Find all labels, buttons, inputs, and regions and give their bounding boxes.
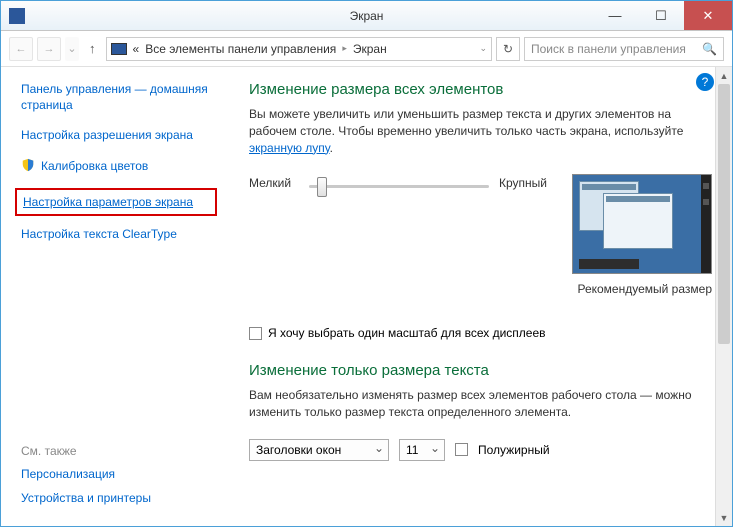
sidebar-calibration[interactable]: Калибровка цветов bbox=[41, 158, 148, 174]
font-size-select[interactable]: 11 bbox=[399, 439, 445, 461]
description2: Вам необязательно изменять размер всех э… bbox=[249, 387, 712, 421]
preview-image bbox=[572, 174, 712, 274]
bold-checkbox[interactable] bbox=[455, 443, 468, 456]
sidebar-screen-params[interactable]: Настройка параметров экрана bbox=[23, 194, 209, 210]
scroll-up[interactable]: ▲ bbox=[716, 67, 732, 84]
sidebar-home[interactable]: Панель управления — домашняя страница bbox=[21, 81, 211, 113]
breadcrumb-root[interactable]: Все элементы панели управления bbox=[145, 42, 336, 56]
seealso-header: См. также bbox=[21, 444, 151, 458]
back-button[interactable]: ← bbox=[9, 37, 33, 61]
breadcrumb-current[interactable]: Экран bbox=[353, 42, 387, 56]
maximize-button[interactable]: ☐ bbox=[638, 1, 684, 30]
same-scale-checkbox[interactable] bbox=[249, 327, 262, 340]
history-dropdown[interactable]: ⌄ bbox=[65, 37, 79, 61]
window-title: Экран bbox=[350, 9, 384, 23]
recommended-label: Рекомендуемый размер bbox=[249, 282, 712, 296]
slider-min-label: Мелкий bbox=[249, 174, 299, 190]
refresh-button[interactable]: ↻ bbox=[496, 37, 520, 61]
heading-text-only: Изменение только размера текста bbox=[249, 362, 712, 379]
scroll-down[interactable]: ▼ bbox=[716, 509, 732, 526]
scrollbar[interactable]: ▲ ▼ bbox=[715, 67, 732, 526]
minimize-button[interactable]: — bbox=[592, 1, 638, 30]
sidebar-resolution[interactable]: Настройка разрешения экрана bbox=[21, 127, 211, 143]
search-icon: 🔍 bbox=[702, 42, 717, 56]
seealso-personalization[interactable]: Персонализация bbox=[21, 466, 151, 482]
forward-button[interactable]: → bbox=[37, 37, 61, 61]
scroll-thumb[interactable] bbox=[718, 84, 730, 344]
seealso-devices[interactable]: Устройства и принтеры bbox=[21, 490, 151, 506]
display-icon bbox=[111, 43, 127, 55]
size-slider[interactable] bbox=[309, 177, 489, 197]
help-icon[interactable]: ? bbox=[696, 73, 714, 91]
shield-icon bbox=[21, 158, 35, 172]
same-scale-label: Я хочу выбрать один масштаб для всех дис… bbox=[268, 326, 546, 340]
bold-label: Полужирный bbox=[478, 443, 550, 457]
up-button[interactable]: ↑ bbox=[83, 41, 102, 56]
element-select[interactable]: Заголовки окон bbox=[249, 439, 389, 461]
heading-resize-all: Изменение размера всех элементов bbox=[249, 81, 712, 98]
description: Вы можете увеличить или уменьшить размер… bbox=[249, 106, 712, 156]
app-icon bbox=[9, 8, 25, 24]
sidebar-cleartype[interactable]: Настройка текста ClearType bbox=[21, 226, 211, 242]
close-button[interactable]: ✕ bbox=[684, 1, 732, 30]
search-input[interactable]: Поиск в панели управления 🔍 bbox=[524, 37, 724, 61]
magnifier-link[interactable]: экранную лупу bbox=[249, 141, 330, 155]
address-bar[interactable]: « Все элементы панели управления ▸ Экран… bbox=[106, 37, 493, 61]
slider-max-label: Крупный bbox=[499, 174, 547, 190]
